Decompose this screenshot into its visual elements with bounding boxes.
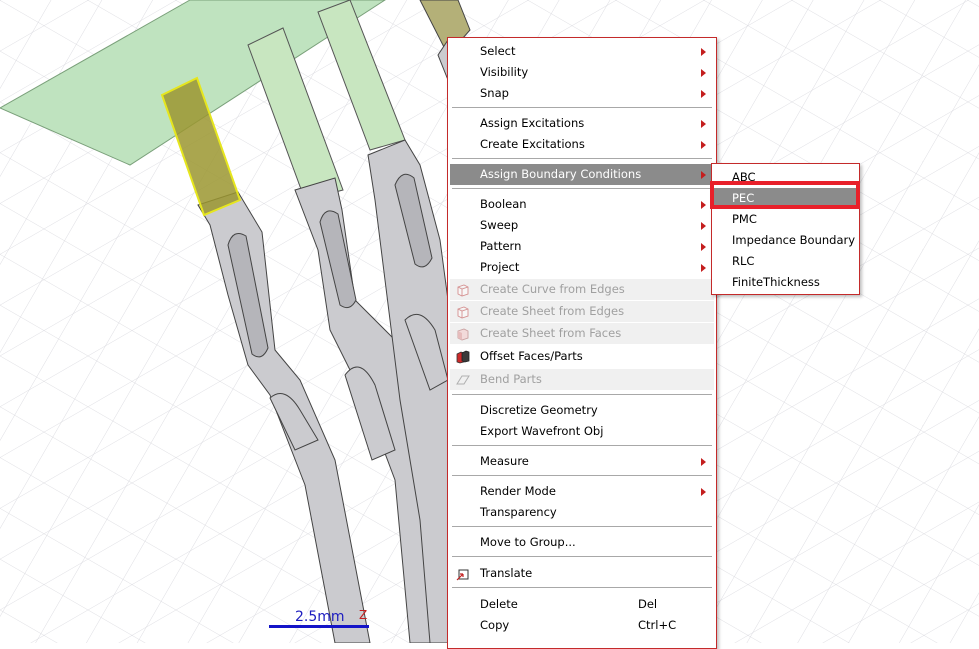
axis-marker: Z [359, 608, 368, 622]
submenu-arrow-icon [701, 201, 706, 209]
submenu-item-label: FiniteThickness [732, 275, 820, 289]
menu-item-create-curve-from-edges[interactable]: Create Curve from Edges [450, 279, 714, 300]
menu-separator [452, 188, 712, 189]
menu-item-label: Move to Group... [480, 535, 576, 549]
menu-item-transparency[interactable]: Transparency [450, 502, 714, 523]
cube-outline-icon [457, 284, 469, 297]
menu-item-select[interactable]: Select [450, 41, 714, 62]
boundary-conditions-submenu: ABC PEC PMC Impedance Boundary RLC Finit… [711, 163, 860, 295]
translate-icon [456, 569, 469, 581]
menu-item-sweep[interactable]: Sweep [450, 215, 714, 236]
menu-item-label: Create Sheet from Faces [480, 326, 622, 340]
submenu-arrow-icon [701, 264, 706, 272]
menu-item-copy[interactable]: Copy Ctrl+C [450, 615, 714, 636]
submenu-item-impedance-boundary[interactable]: Impedance Boundary [714, 230, 857, 251]
menu-item-export-wavefront-obj[interactable]: Export Wavefront Obj [450, 421, 714, 442]
menu-item-label: Pattern [480, 239, 522, 253]
menu-item-create-sheet-from-edges[interactable]: Create Sheet from Edges [450, 301, 714, 322]
menu-item-label: Visibility [480, 65, 529, 79]
scale-line [269, 625, 369, 628]
submenu-item-label: RLC [732, 254, 755, 268]
menu-item-bend-parts[interactable]: Bend Parts [450, 369, 714, 390]
menu-separator [452, 526, 712, 527]
submenu-item-label: PEC [732, 191, 755, 205]
submenu-arrow-icon [701, 48, 706, 56]
submenu-item-label: ABC [732, 170, 756, 184]
scale-bar: 2.5mm Z [269, 608, 379, 630]
shortcut-label: Del [638, 597, 658, 611]
menu-item-pattern[interactable]: Pattern [450, 236, 714, 257]
menu-item-create-excitations[interactable]: Create Excitations [450, 134, 714, 155]
menu-item-label: Create Excitations [480, 137, 585, 151]
submenu-item-abc[interactable]: ABC [714, 167, 857, 188]
scale-label: 2.5mm [295, 609, 345, 625]
cube-face-icon [457, 328, 469, 341]
submenu-arrow-icon [701, 458, 706, 466]
menu-item-move-to-group[interactable]: Move to Group... [450, 532, 714, 553]
menu-item-project[interactable]: Project [450, 257, 714, 278]
menu-item-create-sheet-from-faces[interactable]: Create Sheet from Faces [450, 323, 714, 344]
submenu-item-label: PMC [732, 212, 757, 226]
submenu-arrow-icon [701, 243, 706, 251]
menu-item-label: Select [480, 44, 516, 58]
menu-separator [452, 394, 712, 395]
menu-item-label: Bend Parts [480, 372, 542, 386]
menu-item-label: Project [480, 260, 520, 274]
cube-outline-icon [457, 306, 469, 319]
menu-item-label: Translate [480, 566, 533, 580]
menu-item-snap[interactable]: Snap [450, 83, 714, 104]
menu-item-label: Assign Excitations [480, 116, 585, 130]
submenu-arrow-icon [701, 120, 706, 128]
submenu-item-finite-thickness[interactable]: FiniteThickness [714, 272, 857, 293]
menu-item-label: Delete [480, 597, 518, 611]
menu-item-label: Create Sheet from Edges [480, 304, 625, 318]
menu-item-label: Offset Faces/Parts [480, 349, 583, 363]
submenu-arrow-icon [701, 69, 706, 77]
menu-separator [452, 107, 712, 108]
menu-item-measure[interactable]: Measure [450, 451, 714, 472]
submenu-arrow-icon [701, 141, 706, 149]
menu-separator [452, 556, 712, 557]
menu-item-translate[interactable]: Translate [450, 563, 714, 584]
menu-item-render-mode[interactable]: Render Mode [450, 481, 714, 502]
menu-separator [452, 475, 712, 476]
menu-item-offset-faces-parts[interactable]: Offset Faces/Parts [450, 346, 714, 367]
menu-item-label: Create Curve from Edges [480, 282, 625, 296]
context-menu: Select Visibility Snap Assign Excitation… [447, 37, 717, 649]
menu-item-label: Discretize Geometry [480, 403, 598, 417]
submenu-item-pmc[interactable]: PMC [714, 209, 857, 230]
menu-item-label: Export Wavefront Obj [480, 424, 604, 438]
menu-item-delete[interactable]: Delete Del [450, 594, 714, 615]
menu-item-label: Snap [480, 86, 509, 100]
submenu-arrow-icon [701, 222, 706, 230]
menu-item-label: Transparency [480, 505, 557, 519]
menu-item-label: Assign Boundary Conditions [480, 167, 642, 181]
menu-item-discretize-geometry[interactable]: Discretize Geometry [450, 400, 714, 421]
menu-item-label: Copy [480, 618, 510, 632]
submenu-arrow-icon [701, 171, 706, 179]
menu-item-label: Sweep [480, 218, 519, 232]
menu-item-label: Measure [480, 454, 529, 468]
menu-separator [452, 587, 712, 588]
menu-item-boolean[interactable]: Boolean [450, 194, 714, 215]
menu-separator [452, 158, 712, 159]
menu-item-label: Boolean [480, 197, 527, 211]
shortcut-label: Ctrl+C [638, 618, 677, 632]
menu-item-assign-excitations[interactable]: Assign Excitations [450, 113, 714, 134]
menu-item-visibility[interactable]: Visibility [450, 62, 714, 83]
submenu-item-rlc[interactable]: RLC [714, 251, 857, 272]
bend-icon [456, 375, 470, 385]
offset-faces-icon [456, 350, 470, 364]
submenu-item-label: Impedance Boundary [732, 233, 856, 247]
menu-item-label: Render Mode [480, 484, 556, 498]
submenu-arrow-icon [701, 488, 706, 496]
submenu-arrow-icon [701, 90, 706, 98]
submenu-item-pec[interactable]: PEC [714, 188, 857, 209]
menu-separator [452, 445, 712, 446]
menu-item-assign-boundary-conditions[interactable]: Assign Boundary Conditions [450, 164, 714, 185]
